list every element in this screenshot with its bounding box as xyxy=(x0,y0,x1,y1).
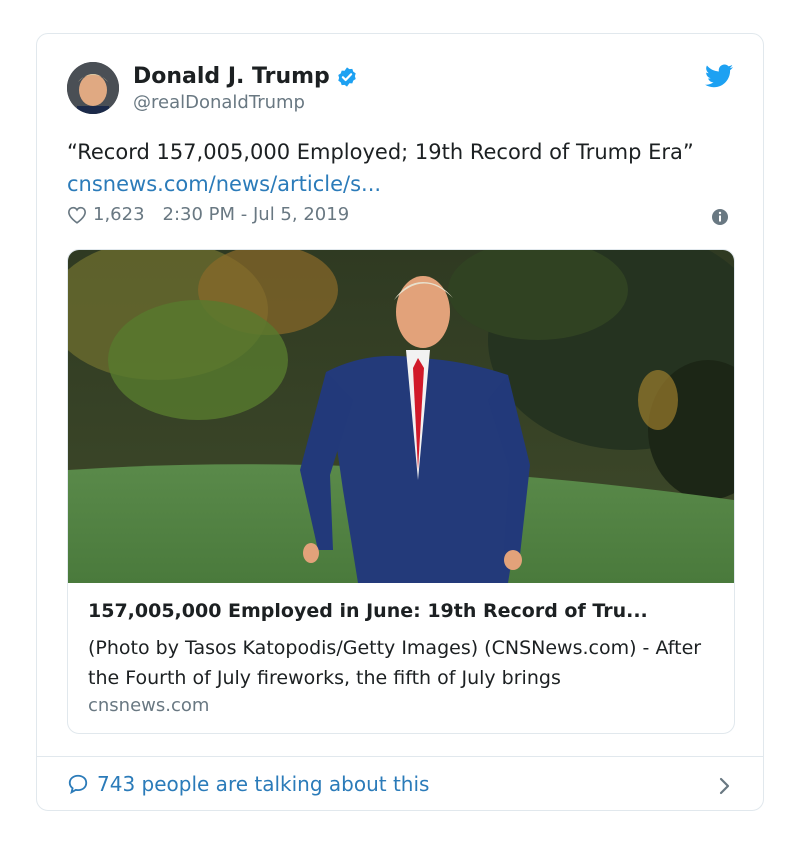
link-card[interactable]: 157,005,000 Employed in June: 19th Recor… xyxy=(67,249,735,734)
card-description: (Photo by Tasos Katopodis/Getty Images) … xyxy=(88,637,702,689)
card-title[interactable]: 157,005,000 Employed in June: 19th Recor… xyxy=(88,600,718,622)
chevron-right-icon[interactable] xyxy=(717,776,731,796)
avatar[interactable] xyxy=(67,62,119,114)
author-handle[interactable]: @realDonaldTrump xyxy=(133,92,305,113)
footer-divider xyxy=(37,756,763,757)
info-icon[interactable] xyxy=(711,208,729,226)
heart-icon[interactable] xyxy=(67,206,87,224)
card-domain: cnsnews.com xyxy=(88,695,210,716)
article-photo[interactable] xyxy=(68,250,734,583)
like-count[interactable]: 1,623 xyxy=(93,204,145,225)
tweet-meta: 1,623 2:30 PM - Jul 5, 2019 xyxy=(67,204,349,225)
author-row: Donald J. Trump xyxy=(133,64,358,89)
tweet-text-main: “Record 157,005,000 Employed; 19th Recor… xyxy=(67,140,694,164)
tweet-link[interactable]: cnsnews.com/news/article/s... xyxy=(67,172,381,196)
conversation-label[interactable]: 743 people are talking about this xyxy=(97,772,429,796)
twitter-bird-icon[interactable] xyxy=(705,64,733,88)
tweet-timestamp[interactable]: 2:30 PM - Jul 5, 2019 xyxy=(163,204,350,225)
author-name[interactable]: Donald J. Trump xyxy=(133,64,330,89)
embedded-tweet: Donald J. Trump @realDonaldTrump “Record… xyxy=(36,33,764,811)
verified-badge-icon xyxy=(338,66,356,87)
speech-bubble-icon xyxy=(68,774,88,795)
tweet-text: “Record 157,005,000 Employed; 19th Recor… xyxy=(67,136,727,200)
conversation-link[interactable]: 743 people are talking about this xyxy=(67,772,429,796)
